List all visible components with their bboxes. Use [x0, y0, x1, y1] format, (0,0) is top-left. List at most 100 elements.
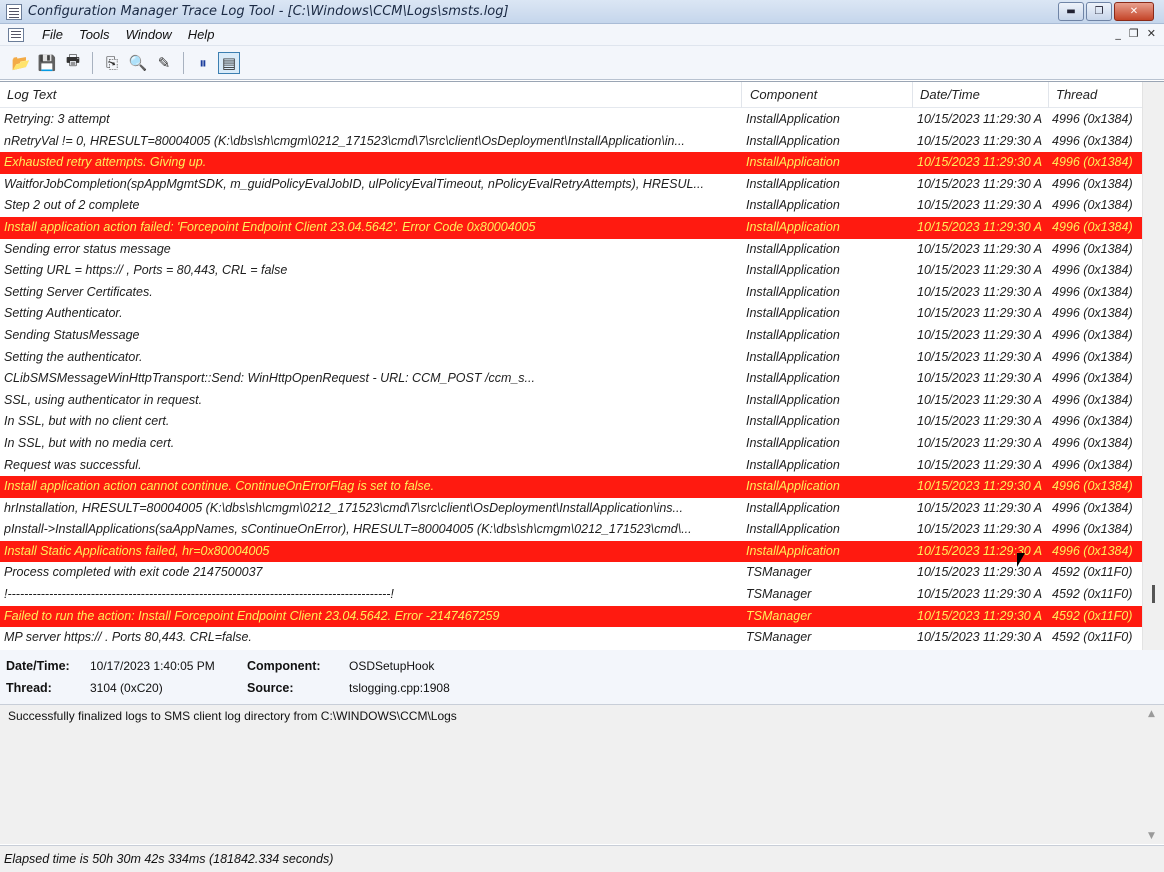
log-text-cell: Setting Authenticator.	[4, 306, 123, 321]
component-label: Component:	[247, 659, 321, 673]
mdi-close-button[interactable]: ✕	[1147, 27, 1156, 40]
table-row[interactable]: Setting Authenticator. InstallApplication…	[0, 303, 1142, 325]
scrollbar-thumb[interactable]	[1152, 585, 1155, 603]
thread-cell: 4996 (0x1384)	[1052, 176, 1133, 191]
log-text-cell: CLibSMSMessageWinHttpTransport::Send: Wi…	[4, 371, 535, 386]
datetime-cell: 10/15/2023 11:29:30 A	[917, 587, 1043, 602]
status-bar: Elapsed time is 50h 30m 42s 334ms (18184…	[0, 845, 1164, 872]
table-row[interactable]: WaitforJobCompletion(spAppMgmtSDK, m_gui…	[0, 174, 1142, 196]
menu-tools[interactable]: Tools	[71, 27, 118, 42]
datetime-cell: 10/15/2023 11:29:30 A	[917, 306, 1043, 321]
table-row[interactable]: In SSL, but with no media cert. InstallAp…	[0, 433, 1142, 455]
table-row[interactable]: Process completed with exit code 2147500…	[0, 562, 1142, 584]
mdi-restore-button[interactable]: ❐	[1129, 27, 1139, 40]
log-text-cell: Retrying: 3 attempt	[4, 112, 110, 126]
thread-cell: 4592 (0x11F0)	[1052, 608, 1133, 623]
component-cell: InstallApplication	[746, 219, 840, 234]
datetime-cell: 10/15/2023 11:29:30 A	[917, 327, 1043, 342]
toolbar-separator	[183, 51, 184, 74]
datetime-cell: 10/15/2023 11:29:30 A	[917, 198, 1043, 213]
thread-cell: 4996 (0x1384)	[1052, 219, 1133, 234]
mdi-minimize-button[interactable]: _	[1115, 27, 1121, 40]
table-row[interactable]: SSL, using authenticator in request. Inst…	[0, 390, 1142, 412]
component-cell: InstallApplication	[746, 112, 840, 126]
table-row-error[interactable]: Failed to run the action: Install Forcep…	[0, 605, 1142, 628]
maximize-button[interactable]: ❐	[1086, 2, 1112, 21]
log-text-cell: Request was successful.	[4, 457, 142, 472]
table-row[interactable]: CLibSMSMessageWinHttpTransport::Send: Wi…	[0, 368, 1142, 390]
menu-help[interactable]: Help	[180, 27, 223, 42]
log-list[interactable]: Log Text Component Date/Time Thread Retr…	[0, 81, 1164, 650]
message-box[interactable]: Successfully finalized logs to SMS clien…	[0, 704, 1164, 844]
pause-icon[interactable]: ⏸	[192, 52, 214, 74]
table-row[interactable]: Retrying: 3 attempt InstallApplication 10/…	[0, 109, 1142, 131]
table-row[interactable]: pInstall->InstallApplications(saAppNames…	[0, 519, 1142, 541]
table-row[interactable]: Setting Server Certificates. InstallAppli…	[0, 282, 1142, 304]
column-header-datetime[interactable]: Date/Time	[913, 82, 1049, 108]
table-row[interactable]: In SSL, but with no client cert. InstallA…	[0, 411, 1142, 433]
window-title: Configuration Manager Trace Log Tool - […	[28, 4, 509, 19]
table-row[interactable]: Request was successful. InstallApplicatio…	[0, 455, 1142, 477]
datetime-cell: 10/15/2023 11:29:30 A	[917, 392, 1043, 407]
copy-icon[interactable]: ⎘	[101, 52, 123, 74]
thread-cell: 4996 (0x1384)	[1052, 112, 1133, 126]
datetime-cell: 10/15/2023 11:29:30 A	[917, 263, 1043, 278]
table-row[interactable]: Setting the authenticator. InstallApplica…	[0, 347, 1142, 369]
log-text-cell: Install application action cannot contin…	[4, 479, 435, 494]
details-pane: Date/Time: 10/17/2023 1:40:05 PM Compone…	[0, 650, 1164, 704]
table-row-error[interactable]: Install Static Applications failed, hr=0…	[0, 540, 1142, 563]
message-scrollbar[interactable]: ▲ ▼	[1144, 707, 1162, 843]
open-folder-icon[interactable]: 📂	[10, 52, 32, 74]
datetime-value: 10/17/2023 1:40:05 PM	[90, 659, 215, 673]
close-button[interactable]: ✕	[1114, 2, 1154, 21]
table-row-error[interactable]: Install application action cannot contin…	[0, 476, 1142, 498]
datetime-cell: 10/15/2023 11:29:30 A	[917, 371, 1043, 386]
scroll-down-icon[interactable]: ▼	[1148, 831, 1155, 841]
document-icon[interactable]	[8, 27, 24, 42]
source-value: tslogging.cpp:1908	[349, 681, 450, 695]
datetime-cell: 10/15/2023 11:29:30 A	[917, 155, 1043, 170]
log-text-cell: Install application action failed: 'Forc…	[4, 219, 536, 234]
datetime-cell: 10/15/2023 11:29:30 A	[917, 479, 1043, 494]
thread-cell: 4996 (0x1384)	[1052, 392, 1133, 407]
log-text-cell: Setting URL = https:// , Ports = 80,443,…	[4, 263, 288, 278]
log-text-cell: Process completed with exit code 2147500…	[4, 565, 263, 580]
table-row[interactable]: hrInstallation, HRESULT=80004005 (K:\dbs…	[0, 498, 1142, 520]
thread-cell: 4996 (0x1384)	[1052, 327, 1133, 342]
table-row[interactable]: !---------------------------------------…	[0, 584, 1142, 606]
print-icon[interactable]: 🖶	[62, 51, 84, 74]
highlight-icon[interactable]: ✎	[153, 52, 175, 74]
log-text-cell: !---------------------------------------…	[4, 587, 394, 602]
datetime-cell: 10/15/2023 11:29:30 A	[917, 457, 1043, 472]
minimize-button[interactable]: ▬	[1058, 2, 1084, 21]
table-row[interactable]: nRetryVal != 0, HRESULT=80004005 (K:\dbs…	[0, 131, 1142, 153]
table-row[interactable]: Step 2 out of 2 complete InstallApplicati…	[0, 195, 1142, 217]
vertical-scrollbar[interactable]	[1142, 82, 1164, 650]
thread-cell: 4996 (0x1384)	[1052, 457, 1133, 472]
menu-window[interactable]: Window	[118, 27, 180, 42]
component-cell: InstallApplication	[746, 263, 840, 278]
menu-file[interactable]: File	[34, 27, 71, 42]
table-row-error[interactable]: Exhausted retry attempts. Giving up. Inst…	[0, 152, 1142, 174]
table-row-error[interactable]: Install application action failed: 'Forc…	[0, 216, 1142, 239]
table-row[interactable]: Setting URL = https:// , Ports = 80,443,…	[0, 260, 1142, 282]
component-cell: InstallApplication	[746, 543, 840, 558]
datetime-cell: 10/15/2023 11:29:30 A	[917, 176, 1043, 191]
column-header-component[interactable]: Component	[743, 82, 913, 108]
column-header-log-text[interactable]: Log Text	[0, 82, 742, 108]
component-cell: InstallApplication	[746, 500, 840, 515]
table-row[interactable]: Sending StatusMessage InstallApplication 1…	[0, 325, 1142, 347]
column-header-thread[interactable]: Thread	[1049, 82, 1142, 108]
component-cell: InstallApplication	[746, 284, 840, 299]
details-view-icon[interactable]: ▤	[218, 51, 240, 74]
scroll-up-icon[interactable]: ▲	[1148, 709, 1155, 719]
thread-value: 3104 (0xC20)	[90, 681, 163, 695]
find-icon[interactable]: 🔍	[127, 52, 149, 74]
thread-cell: 4996 (0x1384)	[1052, 198, 1133, 213]
component-cell: InstallApplication	[746, 392, 840, 407]
log-text-cell: Step 2 out of 2 complete	[4, 198, 140, 213]
table-row[interactable]: Sending error status message InstallAppli…	[0, 239, 1142, 261]
log-text-cell: In SSL, but with no media cert.	[4, 435, 175, 450]
save-icon[interactable]: 💾	[36, 52, 58, 74]
table-row[interactable]: MP server https:// . Ports 80,443. CRL=f…	[0, 627, 1142, 649]
